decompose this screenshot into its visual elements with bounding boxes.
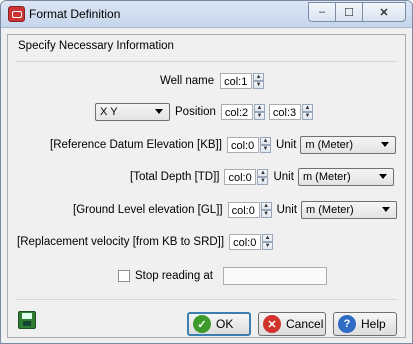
cancel-button[interactable]: ✕ Cancel bbox=[258, 312, 326, 336]
spin-down-icon[interactable]: ▼ bbox=[253, 81, 265, 89]
spin-up-icon[interactable]: ▲ bbox=[260, 202, 272, 210]
stop-reading-field[interactable] bbox=[223, 267, 328, 285]
replacement-velocity-label: [Replacement velocity [from KB to SRD]] bbox=[17, 236, 225, 248]
title-bar: Format Definition – ☐ ✕ bbox=[1, 1, 412, 28]
position-x-field[interactable]: col:2 bbox=[220, 104, 253, 120]
window-title: Format Definition bbox=[29, 7, 121, 21]
spin-down-icon[interactable]: ▼ bbox=[260, 210, 272, 218]
spin-up-icon[interactable]: ▲ bbox=[301, 104, 313, 112]
position-mode-select[interactable]: X Y bbox=[95, 103, 170, 121]
spin-down-icon[interactable]: ▼ bbox=[257, 177, 269, 185]
spin-up-icon[interactable]: ▲ bbox=[262, 234, 274, 242]
total-depth-unit-select[interactable]: m (Meter) bbox=[297, 168, 394, 186]
help-icon: ? bbox=[338, 315, 356, 333]
ground-level-label: [Ground Level elevation [GL]] bbox=[73, 204, 223, 216]
well-name-field[interactable]: col:1 bbox=[220, 73, 253, 89]
well-name-label: Well name bbox=[160, 75, 215, 87]
unit-label: Unit bbox=[276, 204, 298, 216]
spin-up-icon[interactable]: ▲ bbox=[259, 137, 271, 145]
ok-label: OK bbox=[216, 317, 234, 331]
spin-down-icon[interactable]: ▼ bbox=[301, 112, 313, 120]
ground-level-unit-select[interactable]: m (Meter) bbox=[301, 201, 398, 219]
spin-up-icon[interactable]: ▲ bbox=[253, 73, 265, 81]
maximize-button[interactable]: ☐ bbox=[336, 2, 363, 22]
minimize-button[interactable]: – bbox=[308, 2, 336, 22]
ref-datum-field[interactable]: col:0 bbox=[226, 137, 259, 153]
divider bbox=[16, 299, 397, 300]
chevron-down-icon bbox=[382, 207, 391, 212]
unit-label: Unit bbox=[273, 171, 294, 183]
section-header: Specify Necessary Information bbox=[18, 40, 174, 52]
ref-datum-unit-select[interactable]: m (Meter) bbox=[300, 136, 397, 154]
check-icon: ✓ bbox=[193, 315, 211, 333]
unit-label: Unit bbox=[275, 139, 297, 151]
ok-button[interactable]: ✓ OK bbox=[187, 312, 251, 336]
cancel-label: Cancel bbox=[286, 317, 324, 331]
stop-reading-checkbox[interactable] bbox=[118, 270, 130, 282]
format-definition-dialog: Format Definition – ☐ ✕ Specify Necessar… bbox=[0, 0, 413, 344]
help-label: Help bbox=[361, 317, 386, 331]
position-y-field[interactable]: col:3 bbox=[268, 104, 301, 120]
spin-up-icon[interactable]: ▲ bbox=[253, 104, 265, 112]
help-button[interactable]: ? Help bbox=[333, 312, 397, 336]
form-panel: Specify Necessary Information Well name … bbox=[7, 34, 406, 338]
ground-level-field[interactable]: col:0 bbox=[227, 202, 260, 218]
app-icon bbox=[8, 6, 25, 22]
total-depth-label: [Total Depth [TD]] bbox=[130, 171, 220, 183]
divider bbox=[16, 61, 397, 62]
spin-down-icon[interactable]: ▼ bbox=[253, 112, 265, 120]
chevron-down-icon bbox=[155, 109, 163, 114]
close-button[interactable]: ✕ bbox=[363, 2, 406, 22]
stop-reading-label: Stop reading at bbox=[135, 270, 214, 282]
spin-down-icon[interactable]: ▼ bbox=[259, 145, 271, 153]
position-label: Position bbox=[175, 106, 216, 118]
save-icon[interactable] bbox=[18, 311, 36, 329]
spin-down-icon[interactable]: ▼ bbox=[262, 242, 274, 250]
chevron-down-icon bbox=[378, 174, 387, 179]
cancel-icon: ✕ bbox=[263, 315, 281, 333]
ref-datum-label: [Reference Datum Elevation [KB]] bbox=[50, 139, 222, 151]
chevron-down-icon bbox=[381, 142, 390, 147]
spin-up-icon[interactable]: ▲ bbox=[257, 169, 269, 177]
total-depth-field[interactable]: col:0 bbox=[224, 169, 257, 185]
replacement-velocity-field[interactable]: col:0 bbox=[229, 234, 262, 250]
